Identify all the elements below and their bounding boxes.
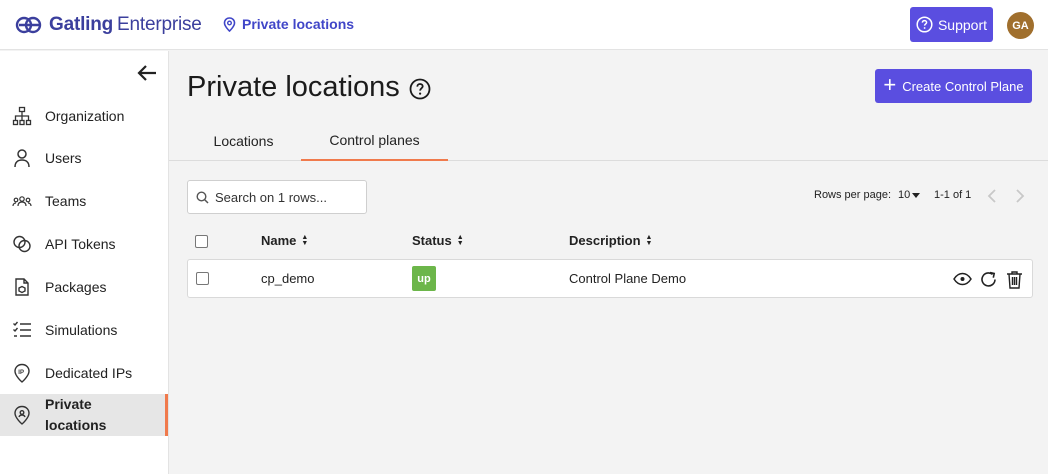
eye-icon [952, 272, 972, 286]
tab-locations[interactable]: Locations [187, 120, 300, 161]
ip-pin-icon: IP [12, 363, 32, 383]
search-input[interactable] [215, 189, 355, 205]
pagination-range: 1-1 of 1 [934, 189, 972, 201]
gatling-logo[interactable]: Gatling Enterprise [15, 14, 202, 36]
plus-icon: + [883, 72, 897, 97]
column-header-label: Status [412, 233, 452, 248]
sort-icon[interactable]: ▲ ▼ [457, 234, 464, 247]
sidebar-item-label: Dedicated IPs [45, 365, 133, 381]
location-icon [12, 405, 32, 425]
svg-text:IP: IP [18, 370, 24, 376]
column-header-label: Name [261, 233, 297, 248]
breadcrumb-label: Private locations [242, 16, 355, 32]
breadcrumb[interactable]: Private locations [223, 16, 354, 32]
sidebar-item-api-tokens[interactable]: API Tokens [0, 223, 168, 265]
sidebar: Organization Users Teams API Tokens Pack… [0, 51, 169, 474]
sidebar-item-dedicated-ips[interactable]: IP Dedicated IPs [0, 352, 168, 394]
teams-icon [12, 191, 32, 211]
refresh-icon [980, 271, 996, 287]
sidebar-item-label: Users [45, 150, 82, 166]
row-checkbox[interactable] [196, 272, 209, 285]
refresh-button[interactable] [978, 269, 998, 289]
column-header-description[interactable]: Description ▲ ▼ [569, 233, 652, 248]
checkbox-box[interactable] [196, 272, 209, 285]
caret-down-icon [912, 192, 921, 198]
sitemap-icon [12, 106, 32, 126]
tab-control-planes[interactable]: Control planes [301, 120, 448, 161]
create-control-plane-label: Create Control Plane [902, 78, 1024, 94]
sidebar-item-label: Packages [45, 279, 107, 295]
user-icon [12, 148, 32, 168]
brand-suffix: Enterprise [117, 14, 202, 35]
rows-per-page-select[interactable]: 10 [898, 189, 921, 201]
tokens-icon [12, 234, 32, 254]
page-title-text: Private locations [187, 71, 400, 103]
previous-page-icon[interactable] [987, 188, 997, 204]
sidebar-item-simulations[interactable]: Simulations [0, 309, 168, 351]
sidebar-item-packages[interactable]: Packages [0, 266, 168, 308]
user-avatar[interactable]: GA [1007, 12, 1034, 39]
sidebar-item-label: Private locations [45, 396, 107, 433]
help-icon[interactable] [409, 78, 431, 100]
checklist-icon [12, 320, 32, 340]
collapse-arrow-icon[interactable] [136, 64, 158, 82]
sidebar-item-private-locations[interactable]: Private locations [0, 394, 168, 436]
column-header-status[interactable]: Status ▲ ▼ [412, 233, 464, 248]
table-row[interactable]: cp_demo up Control Plane Demo [187, 259, 1033, 298]
sidebar-item-organization[interactable]: Organization [0, 95, 168, 137]
help-circle-icon [916, 16, 933, 33]
column-header-name[interactable]: Name ▲ ▼ [261, 233, 308, 248]
rows-per-page-label: Rows per page: [814, 189, 892, 201]
sort-icon[interactable]: ▲ ▼ [646, 234, 653, 247]
next-page-icon[interactable] [1015, 188, 1025, 204]
rows-per-page-value: 10 [898, 189, 911, 201]
sidebar-item-label: API Tokens [45, 236, 116, 252]
support-label: Support [937, 16, 988, 33]
brand-name: Gatling [49, 14, 114, 35]
create-control-plane-button[interactable]: + Create Control Plane [875, 69, 1032, 103]
search-box[interactable] [187, 180, 367, 214]
location-pin-icon [223, 16, 236, 32]
tab-bar: Locations Control planes [169, 120, 1048, 161]
sidebar-item-label: Organization [45, 108, 125, 124]
delete-button[interactable] [1004, 269, 1024, 289]
column-header-label: Description [569, 233, 641, 248]
status-badge: up [412, 266, 436, 291]
row-description: Control Plane Demo [569, 271, 687, 286]
top-bar: Gatling Enterprise Private locations Sup… [0, 0, 1048, 50]
checkbox-box[interactable] [195, 235, 208, 248]
sidebar-item-label: Teams [45, 193, 87, 209]
table-header: Name ▲ ▼ Status ▲ ▼ Description ▲ ▼ [187, 229, 1032, 253]
row-name: cp_demo [261, 271, 315, 286]
support-button[interactable]: Support [910, 7, 993, 42]
trash-icon [1006, 270, 1022, 289]
page-title: Private locations [187, 71, 431, 104]
gatling-logo-icon [15, 16, 42, 34]
view-button[interactable] [952, 269, 972, 289]
sort-icon[interactable]: ▲ ▼ [301, 234, 308, 247]
sidebar-item-label: Simulations [45, 322, 118, 338]
search-icon [196, 190, 209, 204]
sidebar-item-users[interactable]: Users [0, 137, 168, 179]
sidebar-item-teams[interactable]: Teams [0, 180, 168, 222]
package-icon [12, 277, 32, 297]
select-all-checkbox[interactable] [195, 235, 208, 248]
